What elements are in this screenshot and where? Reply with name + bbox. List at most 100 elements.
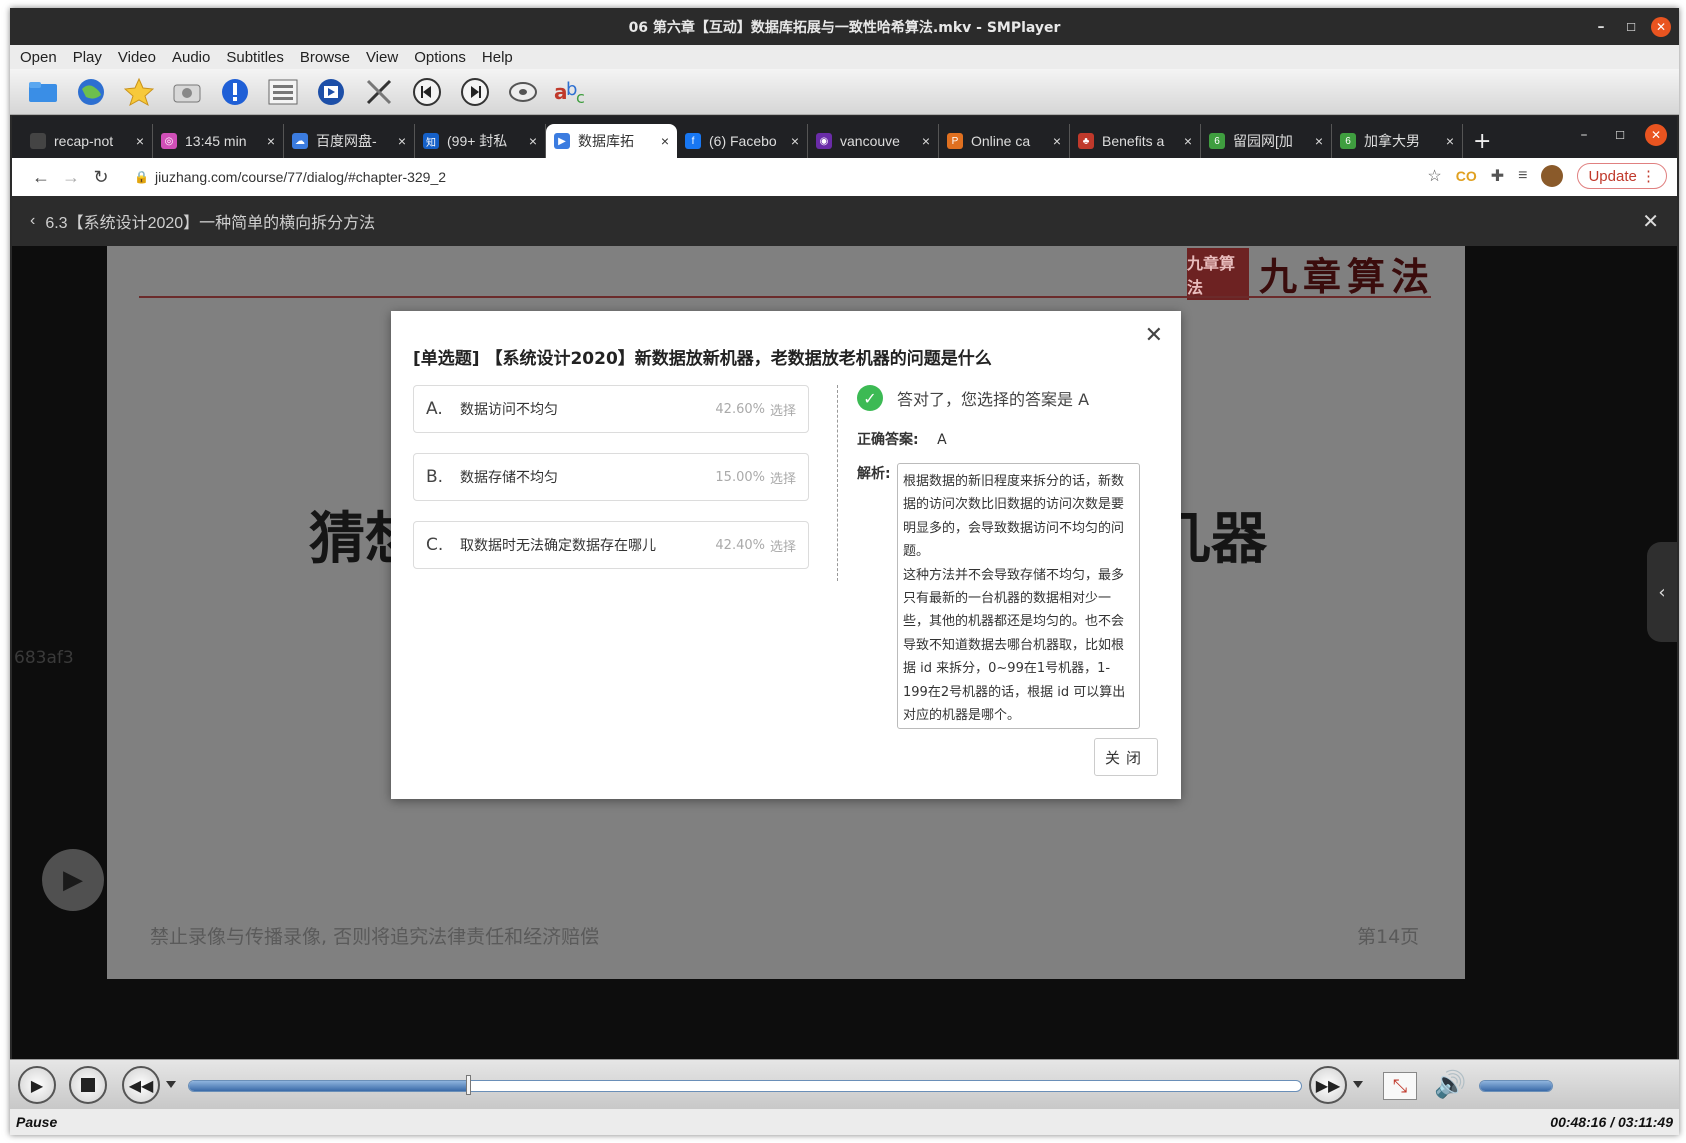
tab-close-icon[interactable]: × — [267, 133, 275, 149]
tab-close-icon[interactable]: × — [398, 133, 406, 149]
side-panel-toggle[interactable]: ‹ — [1647, 542, 1677, 642]
reload-icon[interactable]: ↻ — [86, 167, 116, 188]
globe-icon[interactable] — [74, 75, 108, 109]
update-label: Update — [1588, 168, 1637, 185]
volume-icon[interactable]: 🔊 — [1434, 1070, 1466, 1100]
tab-close-icon[interactable]: × — [136, 133, 144, 149]
player-controls: ▶ ◀◀ ▶▶ ⤡ 🔊 — [10, 1059, 1679, 1109]
rewind-button[interactable]: ◀◀ — [122, 1066, 160, 1104]
browser-maximize-button[interactable]: ☐ — [1609, 124, 1631, 146]
browser-tab[interactable]: ◎ 13:45 min × — [153, 124, 284, 158]
seek-handle[interactable] — [466, 1075, 472, 1095]
dialog-close-icon[interactable]: ✕ — [1145, 323, 1163, 348]
tab-close-icon[interactable]: × — [1053, 133, 1061, 149]
option-c[interactable]: C. 取数据时无法确定数据存在哪儿 42.40% 选择 — [413, 521, 809, 569]
menu-options[interactable]: Options — [414, 49, 466, 66]
tab-close-icon[interactable]: × — [1184, 133, 1192, 149]
menu-help[interactable]: Help — [482, 49, 513, 66]
browser-tab[interactable]: 6 加拿大男 × — [1332, 124, 1463, 158]
browser-tab[interactable]: ◉ vancouve × — [808, 124, 939, 158]
menu-open[interactable]: Open — [20, 49, 57, 66]
browser-tab[interactable]: 知 (99+ 封私 × — [415, 124, 546, 158]
next-icon[interactable] — [458, 75, 492, 109]
browser-tab[interactable]: ♣ Benefits a × — [1070, 124, 1201, 158]
forward-dropdown-icon[interactable] — [1353, 1081, 1363, 1088]
subtitle-icon[interactable]: abc — [554, 75, 588, 109]
browser-actions: ☆ CO ✚ ≡ Update ⋮ — [1427, 163, 1667, 189]
stop-button[interactable] — [69, 1066, 107, 1104]
tab-close-icon[interactable]: × — [529, 133, 537, 149]
browser-tab[interactable]: 6 留园网[加 × — [1201, 124, 1332, 158]
menu-subtitles[interactable]: Subtitles — [226, 49, 284, 66]
tab-favicon-icon: 知 — [423, 133, 439, 149]
tab-close-icon[interactable]: × — [1315, 133, 1323, 149]
playlist-icon[interactable] — [266, 75, 300, 109]
extension-co-icon[interactable]: CO — [1456, 168, 1477, 184]
close-course-icon[interactable]: ✕ — [1642, 209, 1659, 234]
video-area[interactable]: 九章算法 九章算法 猜想 几器 禁止录像与传播录像, 否则将追究法律责任和经济赔… — [12, 246, 1677, 1059]
slide-page-number: 第14页 — [1357, 926, 1420, 948]
settings-icon[interactable] — [314, 75, 348, 109]
option-letter: C. — [426, 535, 444, 555]
browser-minimize-button[interactable]: – — [1573, 124, 1595, 146]
option-a[interactable]: A. 数据访问不均匀 42.60% 选择 — [413, 385, 809, 433]
profile-avatar[interactable] — [1541, 165, 1564, 187]
previous-icon[interactable] — [410, 75, 444, 109]
rewind-dropdown-icon[interactable] — [166, 1081, 176, 1088]
window-title: 06 第六章【互动】数据库拓展与一致性哈希算法.mkv - SMPlayer — [628, 19, 1061, 36]
maximize-button[interactable]: ☐ — [1621, 17, 1641, 37]
menu-audio[interactable]: Audio — [172, 49, 210, 66]
close-window-button[interactable]: ✕ — [1651, 17, 1671, 37]
menu-play[interactable]: Play — [73, 49, 102, 66]
browser-tab[interactable]: ▶ 数据库拓 × — [546, 124, 677, 158]
analysis-box[interactable]: 根据数据的新旧程度来拆分的话，新数据的访问次数比旧数据的访问次数是要明显多的，会… — [897, 463, 1140, 729]
header-divider — [139, 296, 1431, 298]
back-chevron-icon[interactable]: ‹ — [30, 212, 35, 230]
bookmark-star-icon[interactable]: ☆ — [1427, 166, 1441, 186]
browser-tab[interactable]: P Online ca × — [939, 124, 1070, 158]
star-icon[interactable] — [122, 75, 156, 109]
tab-close-icon[interactable]: × — [922, 133, 930, 149]
tab-close-icon[interactable]: × — [1446, 133, 1454, 149]
seek-bar[interactable] — [188, 1080, 1302, 1092]
tools-icon[interactable] — [362, 75, 396, 109]
browser-tab[interactable]: recap-not × — [22, 124, 153, 158]
url-field[interactable]: 🔒 jiuzhang.com/course/77/dialog/#chapter… — [134, 169, 446, 185]
tab-favicon-icon: ♣ — [1078, 133, 1094, 149]
info-icon[interactable] — [218, 75, 252, 109]
forward-button[interactable]: ▶▶ — [1309, 1066, 1347, 1104]
toolbar: abc — [10, 69, 1679, 115]
forward-icon[interactable]: → — [56, 167, 86, 188]
play-icon: ▶ — [63, 865, 83, 895]
course-title: 6.3【系统设计2020】一种简单的横向拆分方法 — [45, 215, 376, 232]
browser-tab[interactable]: ☁ 百度网盘- × — [284, 124, 415, 158]
browser-close-button[interactable]: ✕ — [1645, 124, 1667, 146]
browser-tab[interactable]: f (6) Facebo × — [677, 124, 808, 158]
close-dialog-button[interactable]: 关闭 — [1094, 738, 1158, 776]
menu-view[interactable]: View — [366, 49, 398, 66]
tab-title: 数据库拓 — [578, 133, 634, 149]
option-b[interactable]: B. 数据存储不均匀 15.00% 选择 — [413, 453, 809, 501]
option-letter: B. — [426, 467, 444, 487]
big-play-button[interactable]: ▶ — [42, 849, 104, 911]
tab-close-icon[interactable]: × — [791, 133, 799, 149]
camera-icon[interactable] — [170, 75, 204, 109]
reading-list-icon[interactable]: ≡ — [1518, 167, 1527, 185]
extensions-icon[interactable]: ✚ — [1491, 166, 1504, 186]
tab-close-icon[interactable]: × — [661, 133, 669, 149]
folder-icon[interactable] — [26, 75, 60, 109]
volume-slider[interactable] — [1479, 1080, 1553, 1092]
status-bar: Pause 00:48:16 / 03:11:49 — [10, 1109, 1679, 1135]
update-button[interactable]: Update ⋮ — [1577, 163, 1667, 189]
fullscreen-icon[interactable]: ⤡ — [1383, 1072, 1417, 1100]
menu-video[interactable]: Video — [118, 49, 156, 66]
correct-answer-value: A — [937, 432, 947, 448]
play-button[interactable]: ▶ — [18, 1066, 56, 1104]
menu-browse[interactable]: Browse — [300, 49, 350, 66]
disc-icon[interactable] — [506, 75, 540, 109]
new-tab-button[interactable]: + — [1473, 124, 1491, 158]
stop-icon — [81, 1078, 95, 1092]
minimize-button[interactable]: – — [1591, 17, 1611, 37]
back-icon[interactable]: ← — [26, 167, 56, 188]
option-percent: 15.00% — [715, 469, 765, 485]
